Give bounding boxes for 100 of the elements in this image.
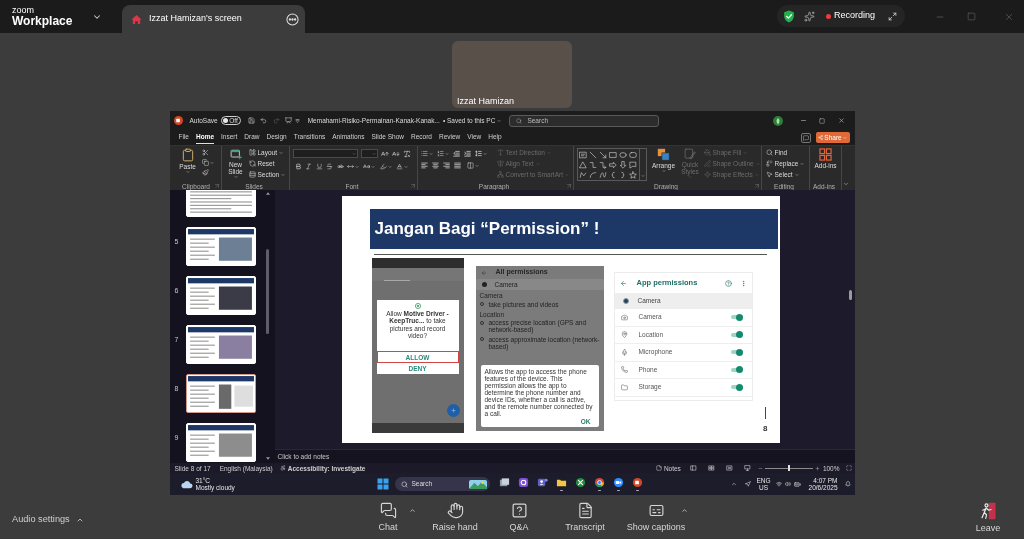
slider-thumb[interactable] — [787, 465, 790, 471]
search-icon[interactable] — [400, 480, 408, 488]
shield-check-icon[interactable] — [783, 9, 795, 23]
start-menu-icon[interactable] — [376, 478, 389, 490]
scrollbar-thumb[interactable] — [849, 290, 852, 300]
highlighter-icon[interactable] — [380, 163, 387, 170]
right-brace-icon[interactable] — [619, 170, 627, 179]
spacing-arrows-icon[interactable] — [347, 163, 354, 170]
more-options-icon[interactable] — [286, 12, 299, 26]
customize-menu-icon[interactable] — [294, 118, 300, 123]
dialog-launcher-icon[interactable] — [754, 184, 759, 188]
new-slide-icon[interactable] — [229, 148, 242, 160]
star-icon[interactable] — [629, 170, 637, 179]
fit-to-window-icon[interactable] — [845, 465, 852, 471]
text-box-icon[interactable] — [579, 150, 587, 159]
close-icon[interactable] — [837, 117, 845, 124]
audio-settings-label[interactable]: Audio settings — [12, 513, 70, 527]
bubble-shape-icon[interactable] — [629, 160, 637, 169]
toggle-switch[interactable] — [730, 331, 743, 339]
presentation-icon[interactable] — [284, 117, 292, 124]
left-brace-icon[interactable] — [609, 170, 617, 179]
justify-icon[interactable] — [453, 162, 461, 169]
help-icon[interactable] — [724, 279, 732, 287]
search-icon[interactable] — [765, 149, 773, 156]
expand-icon[interactable] — [888, 11, 898, 21]
normal-view-icon[interactable] — [689, 465, 697, 471]
columns-icon[interactable] — [466, 162, 474, 169]
video-camera-icon[interactable] — [613, 477, 624, 488]
grid-squares-icon[interactable] — [819, 148, 832, 161]
collapse-ribbon-icon[interactable] — [843, 181, 849, 187]
caret-icon[interactable] — [75, 516, 84, 524]
dialog-launcher-icon[interactable] — [410, 184, 415, 188]
arrow-line-icon[interactable] — [599, 150, 607, 159]
meeting-control-button[interactable]: Transcript — [558, 502, 612, 532]
circle-x-icon[interactable] — [575, 477, 586, 488]
rows-icon[interactable] — [248, 171, 256, 178]
triangle-icon[interactable] — [579, 160, 587, 169]
rectangle-icon[interactable] — [609, 150, 617, 159]
reset-icon[interactable] — [248, 160, 256, 167]
folder-icon[interactable] — [556, 477, 567, 488]
toggle-switch[interactable] — [730, 383, 743, 391]
down-arrow-icon[interactable] — [619, 160, 627, 169]
font-size-field[interactable] — [360, 149, 378, 158]
freeform-icon[interactable] — [579, 170, 587, 179]
oval-icon[interactable] — [619, 150, 627, 159]
elbow-arrow-icon[interactable] — [599, 160, 607, 169]
meeting-control-button[interactable]: Show captions — [622, 502, 690, 532]
notes-icon[interactable] — [655, 465, 662, 471]
replace-icon[interactable] — [765, 160, 773, 167]
question-square-icon[interactable] — [510, 502, 528, 519]
change-case-icon[interactable] — [362, 163, 370, 170]
paintbrush-icon[interactable] — [201, 169, 209, 176]
lowercase-icon[interactable] — [336, 163, 344, 170]
dialog-launcher-icon[interactable] — [566, 184, 571, 188]
scroll-up-icon[interactable] — [265, 192, 270, 195]
avatar-icon[interactable] — [772, 115, 783, 126]
align-right-icon[interactable] — [442, 162, 450, 169]
minimize-icon[interactable] — [799, 117, 807, 124]
person-tile-icon[interactable] — [537, 477, 548, 488]
leave-button[interactable]: Leave — [973, 501, 1003, 533]
strikethrough-icon[interactable] — [326, 163, 333, 170]
app-tile-icon[interactable] — [518, 477, 529, 488]
meeting-control-button[interactable]: Raise hand — [426, 502, 484, 532]
show-hidden-icons-icon[interactable] — [731, 481, 738, 487]
search-icon[interactable] — [516, 117, 523, 124]
reading-view-icon[interactable] — [725, 465, 733, 471]
sparkle-icon[interactable] — [804, 10, 815, 22]
copy-icon[interactable] — [201, 159, 209, 166]
navigation-arrow-icon[interactable] — [745, 481, 752, 487]
font-name-field[interactable] — [292, 149, 358, 158]
browser-icon[interactable] — [594, 477, 605, 488]
zoom-in-icon[interactable] — [814, 465, 820, 471]
right-arrow-icon[interactable] — [609, 160, 617, 169]
raised-hand-icon[interactable] — [446, 502, 464, 519]
presenter-view-icon[interactable] — [743, 465, 751, 471]
font-color-icon[interactable] — [395, 163, 403, 170]
scissors-icon[interactable] — [201, 149, 209, 156]
undo-icon[interactable] — [259, 117, 267, 124]
arc-icon[interactable] — [589, 170, 597, 179]
grow-font-icon[interactable] — [380, 149, 389, 158]
toggle-switch[interactable] — [730, 313, 743, 321]
increase-indent-icon[interactable] — [463, 150, 471, 157]
scrollbar-thumb[interactable] — [266, 249, 269, 334]
landscape-icon[interactable] — [468, 479, 487, 489]
bold-icon[interactable] — [294, 163, 302, 170]
curve-icon[interactable] — [599, 170, 607, 179]
line-spacing-icon[interactable] — [474, 150, 482, 157]
numbering-icon[interactable] — [436, 150, 444, 157]
scroll-down-icon[interactable] — [265, 457, 270, 460]
battery-icon[interactable] — [793, 480, 801, 488]
clipboard-icon[interactable] — [180, 148, 195, 162]
elbow-connector-icon[interactable] — [589, 160, 597, 169]
align-center-icon[interactable] — [431, 162, 439, 169]
meeting-control-button[interactable]: Chat — [358, 502, 418, 532]
clear-format-icon[interactable] — [402, 149, 411, 158]
toggle-switch[interactable] — [730, 366, 743, 374]
shrink-font-icon[interactable] — [391, 149, 400, 158]
toggle-switch[interactable] — [730, 348, 743, 356]
layout-icon[interactable] — [248, 149, 256, 156]
bullets-icon[interactable] — [420, 150, 428, 157]
